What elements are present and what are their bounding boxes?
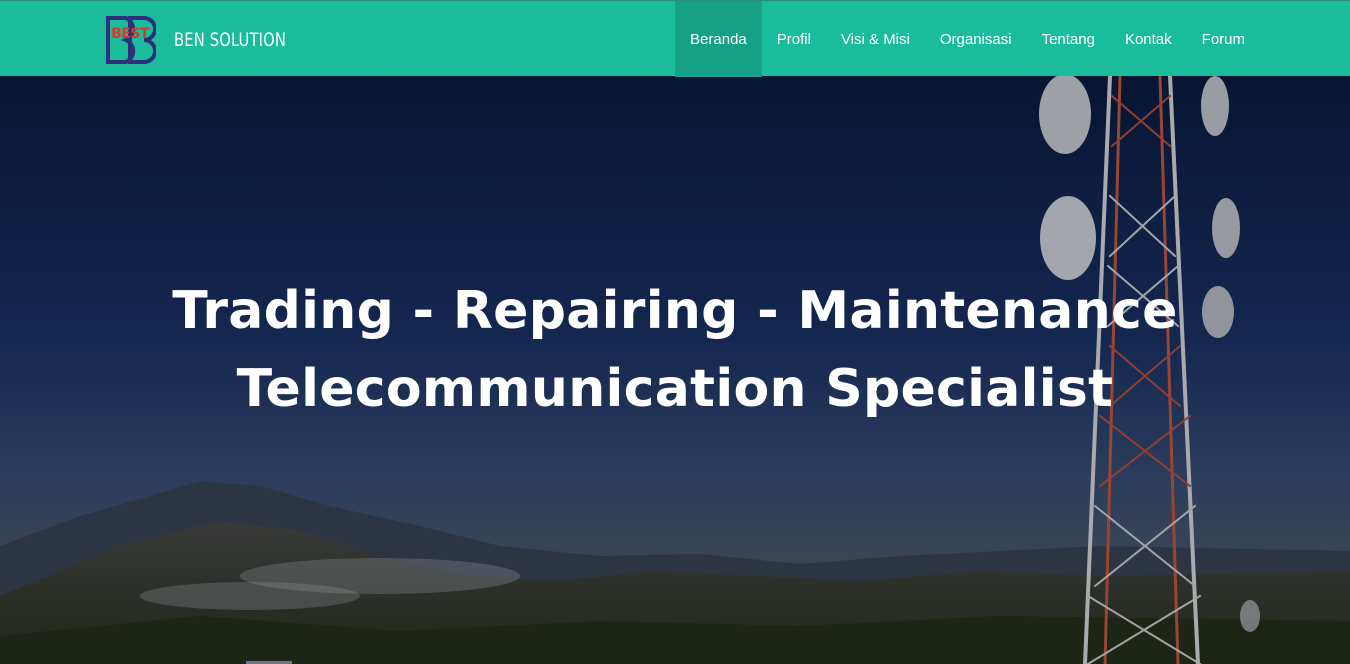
brand-name[interactable]: BEN SOLUTION bbox=[174, 29, 286, 51]
brand-logo-icon[interactable]: BEST bbox=[104, 14, 156, 66]
nav-profil[interactable]: Profil bbox=[762, 1, 826, 77]
nav-tentang[interactable]: Tentang bbox=[1027, 1, 1110, 77]
main-nav: Beranda Profil Visi & Misi Organisasi Te… bbox=[675, 1, 1260, 77]
hero-headline-line-2: Telecommunication Specialist bbox=[236, 359, 1114, 419]
logo-text: BEST bbox=[111, 26, 149, 42]
nav-beranda[interactable]: Beranda bbox=[675, 1, 762, 77]
nav-organisasi[interactable]: Organisasi bbox=[925, 1, 1027, 77]
nav-visi-misi[interactable]: Visi & Misi bbox=[826, 1, 925, 77]
nav-forum[interactable]: Forum bbox=[1187, 1, 1260, 77]
brand[interactable]: BEST BEN SOLUTION bbox=[104, 13, 304, 67]
hero-section: Trading - Repairing - Maintenance Teleco… bbox=[0, 76, 1350, 664]
hero-headline: Trading - Repairing - Maintenance Teleco… bbox=[0, 272, 1350, 428]
hero-headline-line-1: Trading - Repairing - Maintenance bbox=[172, 281, 1178, 341]
nav-kontak[interactable]: Kontak bbox=[1110, 1, 1187, 77]
top-navbar: BEST BEN SOLUTION Beranda Profil Visi & … bbox=[0, 0, 1350, 77]
